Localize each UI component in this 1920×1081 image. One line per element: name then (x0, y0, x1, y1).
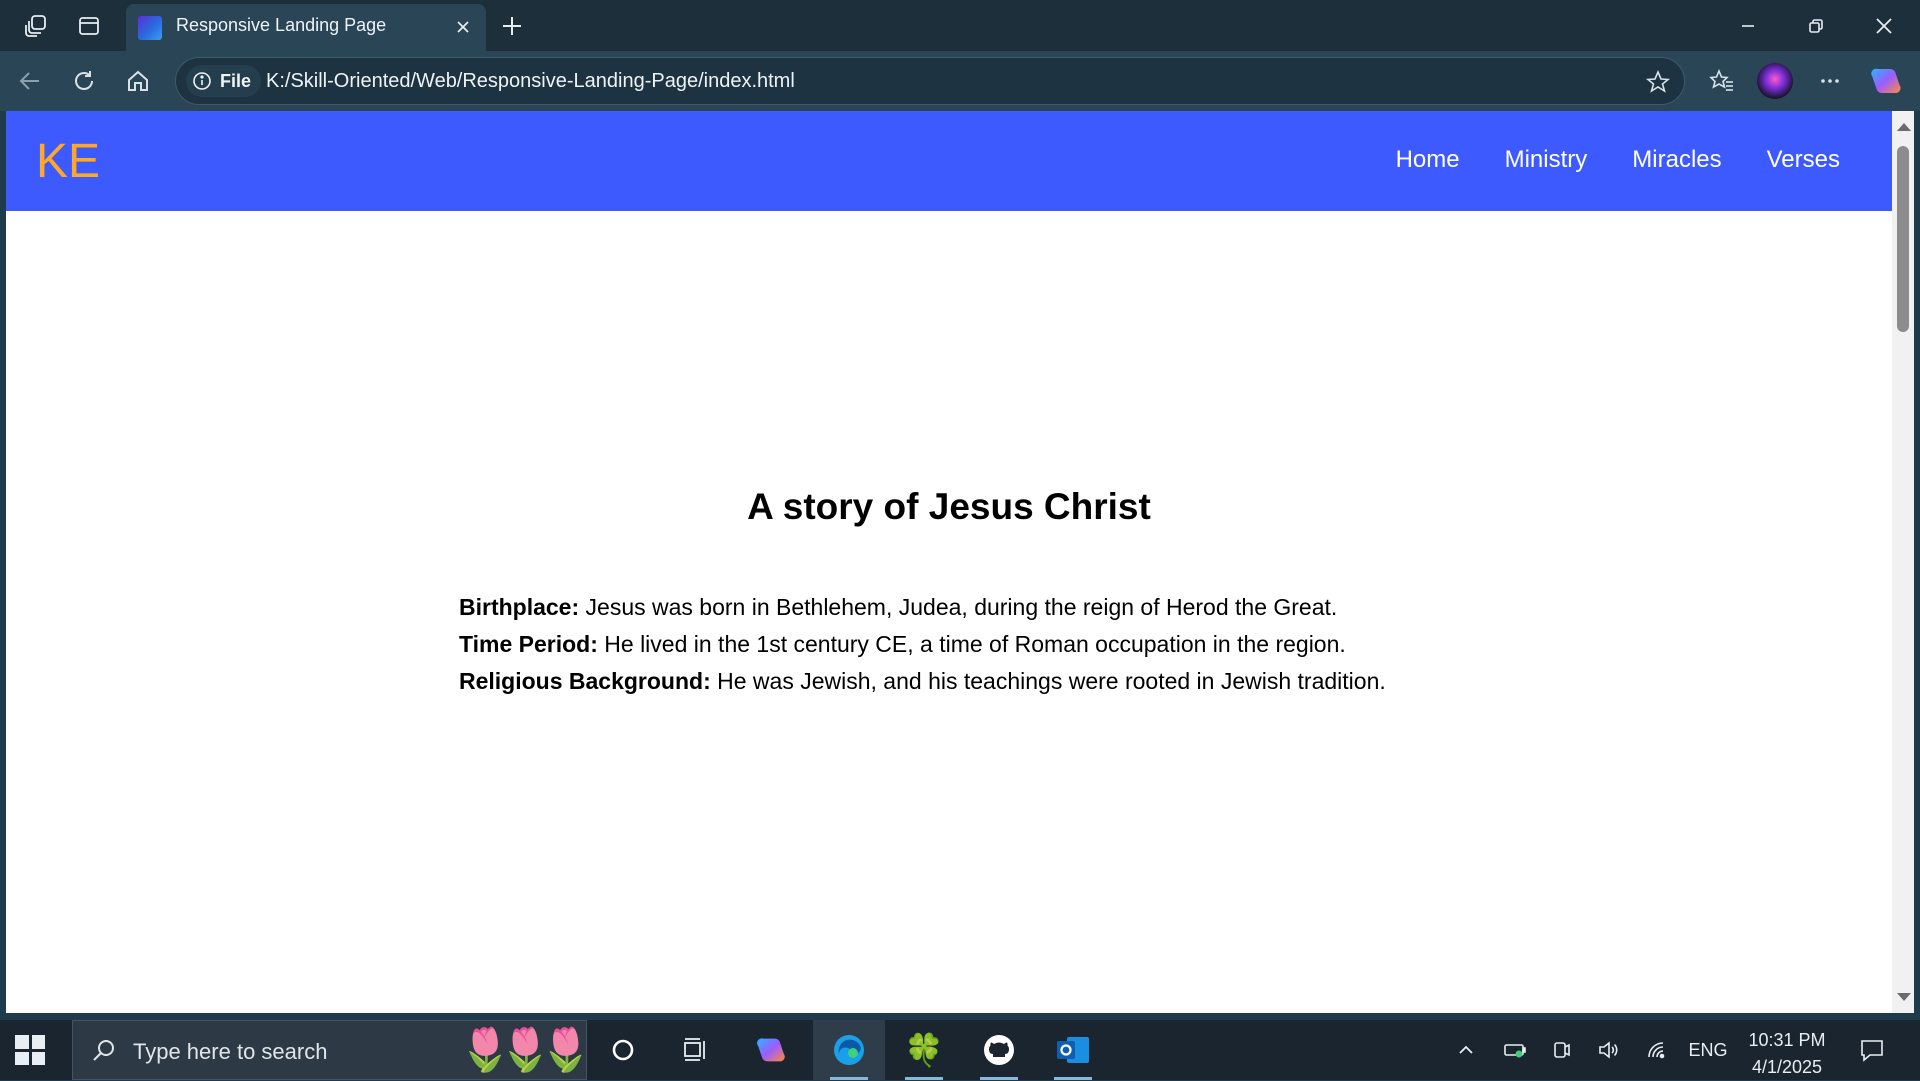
url-text[interactable]: K:/Skill-Oriented/Web/Responsive-Landing… (266, 70, 795, 93)
page-viewport: KE Home Ministry Miracles Verses A story… (6, 111, 1892, 1013)
site-info-label: File (220, 70, 252, 91)
nav-link-verses[interactable]: Verses (1767, 146, 1840, 174)
workspaces-icon[interactable] (18, 8, 54, 44)
favorite-star-icon[interactable] (1640, 64, 1676, 100)
edge-app-icon[interactable] (813, 1020, 885, 1080)
battery-icon[interactable] (1500, 1020, 1530, 1080)
volume-icon[interactable] (1594, 1020, 1624, 1080)
back-icon[interactable] (12, 63, 48, 99)
browser-tab-bar: Responsive Landing Page (0, 0, 1920, 51)
fact-birthplace: Birthplace: Jesus was born in Bethlehem,… (459, 589, 1386, 626)
info-icon (193, 72, 211, 90)
active-tab[interactable]: Responsive Landing Page (126, 4, 486, 51)
home-icon[interactable] (120, 63, 156, 99)
scroll-down-arrow-icon[interactable] (1897, 993, 1911, 1001)
tab-favicon-icon (138, 16, 162, 40)
fact-text: He lived in the 1st century CE, a time o… (597, 631, 1346, 657)
fact-label: Birthplace: (459, 594, 580, 620)
scroll-up-arrow-icon[interactable] (1897, 123, 1911, 131)
fact-religious-background: Religious Background: He was Jewish, and… (459, 663, 1386, 700)
tulips-icon: 🌷🌷🌷 (459, 1025, 592, 1074)
show-hidden-icons-chevron-icon[interactable] (1452, 1020, 1480, 1080)
github-app-icon[interactable] (968, 1020, 1030, 1080)
close-window-icon[interactable] (1856, 6, 1912, 46)
address-bar[interactable]: File K:/Skill-Oriented/Web/Responsive-La… (175, 57, 1685, 105)
profile-avatar[interactable] (1757, 63, 1793, 99)
taskbar-search-box[interactable]: Type here to search 🌷🌷🌷 (72, 1020, 592, 1080)
site-info-button[interactable]: File (186, 65, 262, 97)
refresh-icon[interactable] (66, 63, 102, 99)
site-logo[interactable]: KE (36, 134, 100, 189)
favorites-icon[interactable] (1704, 63, 1740, 99)
nav-link-ministry[interactable]: Ministry (1505, 146, 1588, 174)
task-view-icon[interactable] (665, 1020, 727, 1080)
tab-close-icon[interactable] (450, 14, 476, 40)
more-options-icon[interactable] (1812, 63, 1848, 99)
taskbar: Type here to search 🌷🌷🌷 🍀 ENG 10:31 PM 4… (0, 1020, 1920, 1080)
taskbar-clock[interactable]: 10:31 PM 4/1/2025 (1742, 1027, 1832, 1081)
clover-app-icon[interactable]: 🍀 (893, 1020, 955, 1080)
meet-now-icon[interactable] (1546, 1020, 1576, 1080)
site-navbar: KE Home Ministry Miracles Verses (6, 111, 1892, 211)
search-placeholder: Type here to search (133, 1039, 328, 1064)
fact-label: Time Period: (459, 631, 598, 657)
copilot-app-icon[interactable] (740, 1020, 802, 1080)
vertical-tabs-icon[interactable] (71, 8, 107, 44)
minimize-icon[interactable] (1720, 6, 1776, 46)
scroll-thumb[interactable] (1897, 146, 1909, 332)
language-indicator[interactable]: ENG (1686, 1020, 1730, 1080)
wifi-icon[interactable] (1642, 1020, 1672, 1080)
fact-label: Religious Background: (459, 668, 711, 694)
restore-icon[interactable] (1788, 6, 1844, 46)
nav-links: Home Ministry Miracles Verses (1396, 146, 1840, 174)
facts-list: Birthplace: Jesus was born in Bethlehem,… (459, 589, 1386, 700)
clock-date: 4/1/2025 (1751, 1057, 1823, 1077)
fact-text: He was Jewish, and his teachings were ro… (710, 668, 1386, 694)
browser-toolbar: File K:/Skill-Oriented/Web/Responsive-La… (0, 51, 1920, 111)
nav-link-home[interactable]: Home (1396, 146, 1460, 174)
page-scrollbar[interactable] (1892, 111, 1914, 1013)
search-icon (93, 1040, 114, 1061)
tab-title: Responsive Landing Page (176, 15, 387, 35)
outlook-app-icon[interactable] (1042, 1020, 1104, 1080)
nav-link-miracles[interactable]: Miracles (1632, 146, 1721, 174)
page-title: A story of Jesus Christ (747, 486, 1151, 527)
copilot-icon[interactable] (1868, 63, 1904, 99)
fact-text: Jesus was born in Bethlehem, Judea, duri… (579, 594, 1338, 620)
clock-time: 10:31 PM (1748, 1030, 1826, 1050)
fact-time-period: Time Period: He lived in the 1st century… (459, 626, 1386, 663)
windows-start-icon[interactable] (15, 1035, 45, 1065)
new-tab-icon[interactable] (494, 8, 530, 44)
notifications-icon[interactable] (1852, 1020, 1892, 1080)
cortana-icon[interactable] (592, 1020, 654, 1080)
